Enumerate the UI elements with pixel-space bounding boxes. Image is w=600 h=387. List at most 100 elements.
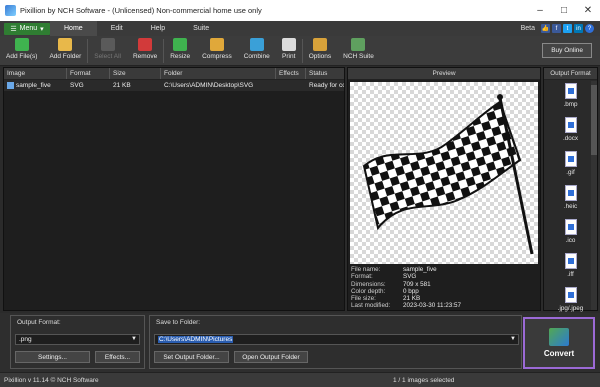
print-button[interactable]: Print <box>276 36 302 66</box>
info-value: SVG <box>403 273 417 281</box>
column-image[interactable]: Image <box>4 68 67 79</box>
format-item-iff[interactable]: .iff <box>544 250 597 284</box>
app-logo-icon <box>5 5 16 16</box>
effects-button[interactable]: Effects... <box>95 351 140 363</box>
info-row: Format: SVG <box>351 273 461 280</box>
column-format[interactable]: Format <box>67 68 110 79</box>
info-row: Last modified: 2023-03-30 11:23:57 <box>351 302 461 309</box>
save-folder-group: Save to Folder: C:\Users\ADMIN\Pictures … <box>149 315 522 369</box>
add-folder-button[interactable]: Add Folder <box>43 36 87 66</box>
nch-suite-label: NCH Suite <box>343 53 374 60</box>
twitter-icon[interactable]: t <box>563 24 572 33</box>
remove-button[interactable]: Remove <box>127 36 163 66</box>
main-menu-button[interactable]: ☰ Menu ▾ <box>4 22 50 35</box>
open-output-folder-button[interactable]: Open Output Folder <box>234 351 308 363</box>
file-gif-icon <box>564 151 577 167</box>
settings-button[interactable]: Settings... <box>15 351 90 363</box>
plus-icon <box>14 38 29 51</box>
minimize-icon[interactable]: – <box>528 5 552 16</box>
linkedin-icon[interactable]: in <box>574 24 583 33</box>
format-label: .gif <box>566 169 575 176</box>
resize-icon <box>173 38 188 51</box>
resize-button[interactable]: Resize <box>164 36 196 66</box>
facebook-icon[interactable]: f <box>552 24 561 33</box>
info-key: Format: <box>351 273 373 281</box>
output-format-group: Output Format: .png ▼ Settings... Effect… <box>10 315 145 369</box>
file-ico-icon <box>564 219 577 235</box>
menu-bar: ☰ Menu ▾ Home Edit Help Suite Beta 👍 f t… <box>0 21 600 36</box>
add-files-label: Add File(s) <box>6 53 38 60</box>
checkered-flag-image <box>362 94 534 255</box>
print-label: Print <box>282 53 296 60</box>
format-label: .jpg/.jpeg <box>557 305 584 312</box>
image-file-icon <box>7 82 14 89</box>
menu-button-label: Menu <box>19 25 38 32</box>
chevron-down-icon: ▼ <box>131 336 137 342</box>
compress-button[interactable]: Compress <box>196 36 238 66</box>
save-folder-value: C:\Users\ADMIN\Pictures <box>158 336 234 343</box>
add-files-button[interactable]: Add File(s) <box>0 36 43 66</box>
output-format-list: Output Format .bmp .docx .gif .heic .ico… <box>543 67 598 312</box>
combine-icon <box>249 38 264 51</box>
output-format-select[interactable]: .png ▼ <box>15 334 140 345</box>
options-button[interactable]: Options <box>303 36 337 66</box>
tab-home[interactable]: Home <box>50 21 97 36</box>
tab-suite[interactable]: Suite <box>179 21 223 36</box>
add-folder-label: Add Folder <box>49 53 82 60</box>
column-size[interactable]: Size <box>110 68 161 79</box>
scrollbar-thumb[interactable] <box>591 85 597 155</box>
select-all-button[interactable]: Select All <box>88 36 127 66</box>
save-folder-label: Save to Folder: <box>156 319 201 326</box>
info-key: Last modified: <box>351 302 391 310</box>
column-status[interactable]: Status <box>306 68 344 79</box>
buy-online-button[interactable]: Buy Online <box>542 43 592 58</box>
format-label: .heic <box>563 203 578 210</box>
help-icon[interactable]: ? <box>585 24 594 33</box>
compress-icon <box>209 38 224 51</box>
output-format-value: .png <box>19 336 32 343</box>
format-item-ico[interactable]: .ico <box>544 216 597 250</box>
maximize-icon[interactable]: □ <box>552 5 576 16</box>
close-icon[interactable]: ✕ <box>576 5 600 16</box>
info-value: sample_five <box>403 266 437 273</box>
version-text: Pixillion v 11.14 © NCH Software <box>4 377 99 384</box>
format-item-docx[interactable]: .docx <box>544 114 597 148</box>
window-title: Pixillion by NCH Software - (Unlicensed)… <box>20 6 262 15</box>
cell-size: 21 KB <box>113 82 131 89</box>
cell-status: Ready for co <box>309 82 344 89</box>
cell-effects <box>276 80 306 91</box>
preview-image <box>350 82 538 264</box>
format-item-heic[interactable]: .heic <box>544 182 597 216</box>
file-jpg-icon <box>564 287 577 303</box>
combine-button[interactable]: Combine <box>238 36 276 66</box>
options-label: Options <box>308 53 332 60</box>
selection-count: 1 / 1 images selected <box>393 377 455 384</box>
column-folder[interactable]: Folder <box>161 68 276 79</box>
status-bar: Pixillion v 11.14 © NCH Software 1 / 1 i… <box>0 372 600 387</box>
remove-icon <box>138 38 153 51</box>
info-row: Dimensions: 709 x 581 <box>351 281 461 288</box>
tools-icon <box>312 38 327 51</box>
like-icon[interactable]: 👍 <box>541 24 550 33</box>
title-bar: Pixillion by NCH Software - (Unlicensed)… <box>0 0 600 21</box>
tab-help[interactable]: Help <box>137 21 179 36</box>
cell-image: sample_five <box>4 80 67 91</box>
format-item-gif[interactable]: .gif <box>544 148 597 182</box>
nch-suite-button[interactable]: NCH Suite <box>337 36 380 66</box>
tab-edit[interactable]: Edit <box>97 21 137 36</box>
output-format-label: Output Format: <box>17 319 61 326</box>
save-folder-input[interactable]: C:\Users\ADMIN\Pictures ▼ <box>154 334 519 345</box>
file-heic-icon <box>564 185 577 201</box>
format-item-bmp[interactable]: .bmp <box>544 80 597 114</box>
format-label: .bmp <box>563 101 578 108</box>
column-effects[interactable]: Effects <box>276 68 306 79</box>
set-output-folder-button[interactable]: Set Output Folder... <box>154 351 229 363</box>
info-row: File size: 21 KB <box>351 295 461 302</box>
cell-image-name: sample_five <box>16 82 51 89</box>
output-format-scrollbar[interactable] <box>591 81 597 310</box>
chevron-down-icon: ▼ <box>510 336 516 342</box>
file-bmp-icon <box>564 83 577 99</box>
convert-button[interactable]: Convert <box>523 317 595 369</box>
table-row[interactable]: sample_five SVG 21 KB C:\Users\ADMIN\Des… <box>4 80 344 91</box>
info-key: File size: <box>351 295 376 303</box>
